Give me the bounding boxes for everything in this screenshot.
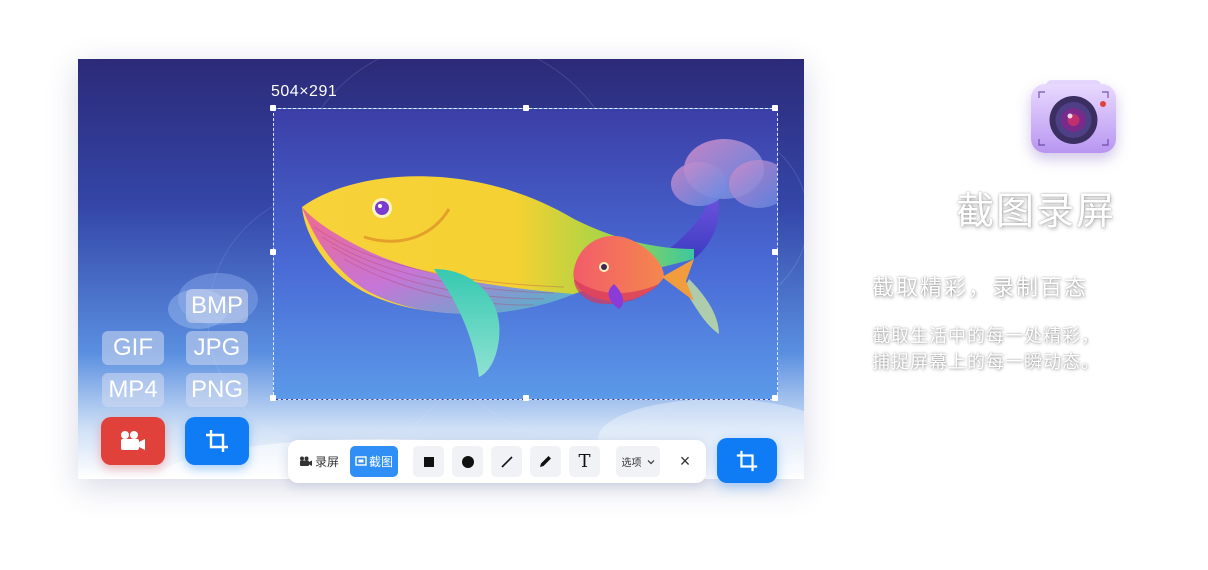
selection-region[interactable] [273, 108, 778, 400]
camera-app-icon [1031, 84, 1116, 153]
resize-handle-left[interactable] [270, 249, 276, 255]
screenshot-icon [355, 456, 367, 466]
resize-handle-bottom-left[interactable] [270, 395, 276, 401]
record-mode-label: 录屏 [314, 455, 339, 469]
whale-illustration [302, 139, 777, 377]
format-badge-gif: GIF [102, 331, 164, 365]
video-camera-icon [121, 431, 145, 450]
promo-line-1: 截取生活中的每一处精彩， [872, 326, 1100, 347]
ellipse-tool[interactable] [452, 446, 483, 477]
format-badge-bmp: BMP [186, 289, 248, 323]
confirm-capture-button[interactable] [717, 438, 777, 483]
crop-icon [736, 450, 758, 471]
close-icon: × [679, 451, 691, 471]
capture-toolbar: 录屏 截图 T 选项 × [288, 440, 706, 483]
resize-handle-top[interactable] [523, 105, 529, 111]
circle-icon [461, 455, 474, 468]
selection-size-label: 504×291 [271, 83, 338, 100]
options-label: 选项 [621, 458, 642, 469]
resize-handle-right[interactable] [772, 249, 778, 255]
screenshot-button[interactable] [185, 417, 249, 465]
format-badge-png: PNG [186, 373, 248, 407]
format-badge-jpg: JPG [186, 331, 248, 365]
camera-lens-icon [1038, 91, 1109, 146]
pen-tool[interactable] [530, 446, 561, 477]
record-screen-button[interactable] [101, 417, 165, 465]
screenshot-mode-tab[interactable]: 截图 [350, 446, 398, 477]
text-tool[interactable]: T [569, 446, 600, 477]
text-tool-glyph: T [578, 451, 591, 472]
video-camera-icon [299, 456, 312, 466]
square-icon [423, 456, 434, 467]
promo-title: 截图录屏 [955, 189, 1116, 233]
resize-handle-top-right[interactable] [772, 105, 778, 111]
resize-handle-bottom[interactable] [523, 395, 529, 401]
line-icon [500, 455, 513, 468]
close-button[interactable]: × [670, 446, 700, 477]
chevron-down-icon [647, 459, 654, 464]
record-mode-tab[interactable]: 录屏 [297, 446, 341, 477]
promo-subtitle: 截取精彩，录制百态 [872, 276, 1089, 301]
rectangle-tool[interactable] [413, 446, 444, 477]
resize-handle-top-left[interactable] [270, 105, 276, 111]
pen-icon [540, 456, 551, 467]
resize-handle-bottom-right[interactable] [772, 395, 778, 401]
screenshot-mode-label: 截图 [368, 455, 393, 469]
capture-stage: 504×291 [78, 59, 804, 479]
crop-icon [206, 430, 228, 452]
format-badge-mp4: MP4 [102, 373, 164, 407]
promo-line-2: 捕捉屏幕上的每一瞬动态。 [872, 352, 1100, 373]
options-dropdown[interactable]: 选项 [616, 446, 660, 477]
line-tool[interactable] [491, 446, 522, 477]
